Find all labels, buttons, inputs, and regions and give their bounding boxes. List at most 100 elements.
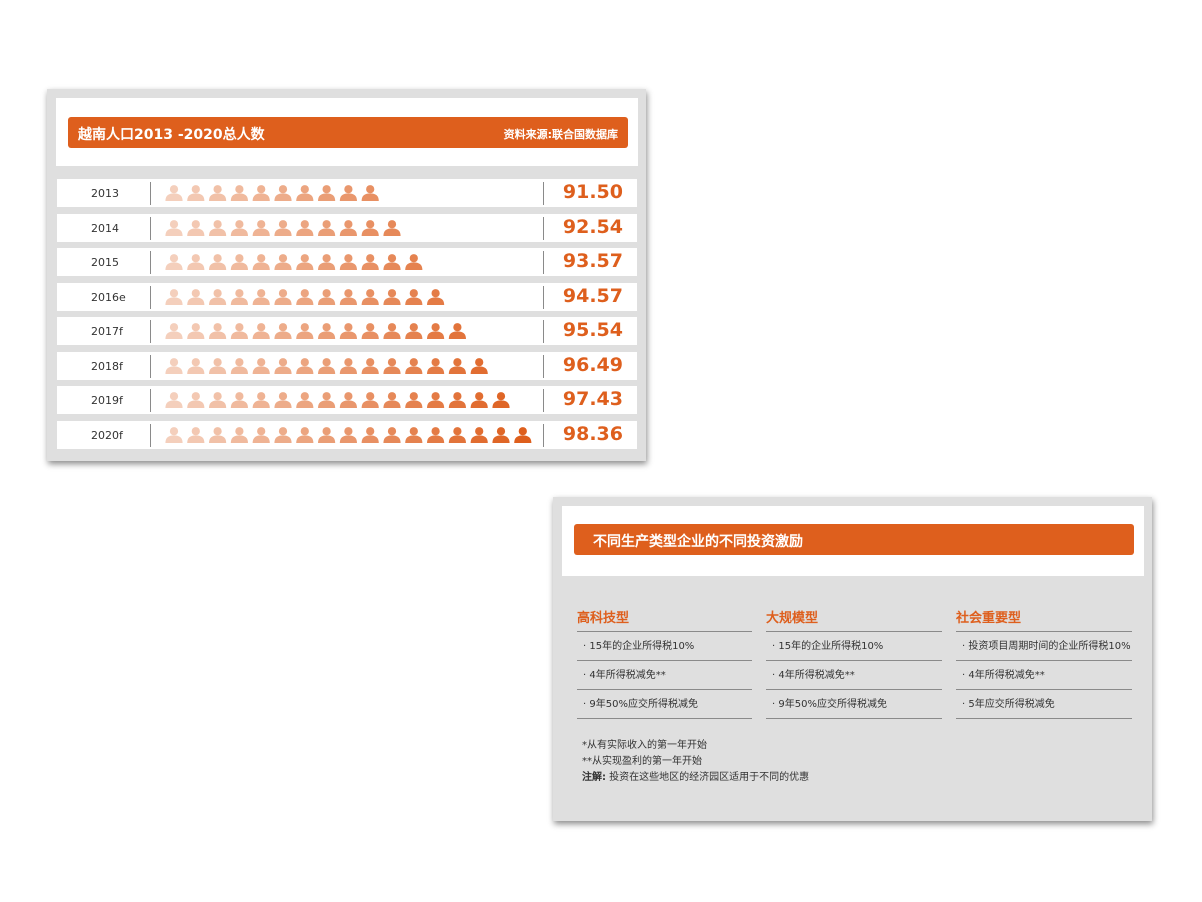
incentives-card: 不同生产类型企业的不同投资激励 高科技型 · 15年的企业所得税10% · 4年… bbox=[553, 497, 1152, 821]
person-icon bbox=[448, 323, 466, 339]
population-header: 越南人口2013 -2020总人数 资料来源:联合国数据库 bbox=[56, 98, 638, 166]
person-icon bbox=[492, 426, 510, 443]
divider bbox=[150, 423, 151, 447]
person-icon bbox=[274, 392, 292, 408]
population-row: 2020f 98.36 bbox=[57, 420, 637, 449]
incentive-list: · 15年的企业所得税10% · 4年所得税减免** · 9年50%应交所得税减… bbox=[766, 631, 942, 719]
person-icon bbox=[383, 426, 401, 443]
person-icon bbox=[405, 392, 423, 408]
incentive-list: · 15年的企业所得税10% · 4年所得税减免** · 9年50%应交所得税减… bbox=[577, 631, 752, 719]
footnote-1: *从有实际收入的第一年开始 bbox=[582, 740, 707, 751]
population-row: 2015 93.57 bbox=[57, 248, 637, 276]
population-value: 92.54 bbox=[562, 215, 623, 238]
person-icon bbox=[361, 323, 379, 339]
person-icon bbox=[252, 185, 270, 201]
person-icon bbox=[427, 323, 445, 339]
person-icon bbox=[318, 323, 336, 339]
person-icon-row bbox=[165, 185, 379, 201]
person-icon bbox=[296, 323, 314, 339]
person-icon bbox=[165, 323, 183, 339]
person-icon bbox=[448, 426, 466, 443]
person-icon bbox=[230, 254, 248, 270]
person-icon bbox=[383, 288, 401, 305]
person-icon bbox=[318, 219, 336, 236]
column-heading: 社会重要型 bbox=[956, 611, 1022, 626]
person-icon bbox=[470, 357, 488, 374]
incentives-header: 不同生产类型企业的不同投资激励 bbox=[562, 506, 1144, 576]
person-icon bbox=[165, 426, 183, 443]
divider bbox=[543, 423, 544, 447]
population-row: 2019f 97.43 bbox=[57, 386, 637, 414]
person-icon bbox=[230, 392, 248, 408]
person-icon bbox=[165, 392, 183, 408]
person-icon bbox=[339, 426, 357, 443]
divider bbox=[543, 389, 544, 412]
person-icon bbox=[361, 254, 379, 270]
person-icon bbox=[361, 392, 379, 408]
incentive-item: · 4年所得税减免** bbox=[956, 661, 1132, 690]
divider bbox=[543, 216, 544, 240]
note-label: 注解: bbox=[582, 772, 606, 783]
person-icon bbox=[405, 288, 423, 305]
person-icon bbox=[296, 426, 314, 443]
column-socially-important: 社会重要型 · 投资项目周期时间的企业所得税10% · 4年所得税减免** · … bbox=[956, 607, 1132, 719]
person-icon bbox=[274, 426, 292, 443]
person-icon bbox=[405, 323, 423, 339]
person-icon bbox=[274, 219, 292, 236]
person-icon bbox=[405, 426, 423, 443]
person-icon bbox=[427, 288, 445, 305]
incentive-item: · 4年所得税减免** bbox=[766, 661, 942, 690]
divider bbox=[150, 354, 151, 378]
person-icon bbox=[339, 392, 357, 408]
person-icon bbox=[492, 392, 510, 408]
person-icon bbox=[252, 288, 270, 305]
person-icon bbox=[318, 392, 336, 408]
person-icon bbox=[318, 254, 336, 270]
person-icon bbox=[427, 357, 445, 374]
population-value: 93.57 bbox=[562, 250, 623, 272]
divider bbox=[150, 389, 151, 412]
person-icon bbox=[361, 357, 379, 374]
incentive-item: · 9年50%应交所得税减免 bbox=[766, 690, 942, 719]
population-row: 2018f 96.49 bbox=[57, 351, 637, 380]
divider bbox=[543, 251, 544, 274]
person-icon-row bbox=[165, 392, 510, 408]
incentives-title-banner: 不同生产类型企业的不同投资激励 bbox=[574, 524, 1134, 555]
person-icon bbox=[339, 357, 357, 374]
footnote-3: 注解: 投资在这些地区的经济园区适用于不同的优惠 bbox=[582, 770, 809, 786]
person-icon bbox=[361, 288, 379, 305]
person-icon bbox=[318, 357, 336, 374]
person-icon-row bbox=[165, 357, 488, 374]
person-icon bbox=[209, 254, 227, 270]
person-icon bbox=[187, 288, 205, 305]
person-icon bbox=[339, 323, 357, 339]
incentives-title: 不同生产类型企业的不同投资激励 bbox=[593, 534, 803, 550]
person-icon bbox=[252, 426, 270, 443]
person-icon bbox=[274, 357, 292, 374]
person-icon bbox=[383, 323, 401, 339]
column-high-tech: 高科技型 · 15年的企业所得税10% · 4年所得税减免** · 9年50%应… bbox=[577, 607, 752, 719]
person-icon bbox=[339, 288, 357, 305]
person-icon bbox=[296, 254, 314, 270]
incentive-item: · 15年的企业所得税10% bbox=[577, 632, 752, 661]
person-icon bbox=[361, 426, 379, 443]
person-icon bbox=[187, 426, 205, 443]
divider bbox=[150, 182, 151, 205]
person-icon bbox=[274, 254, 292, 270]
incentive-item: · 4年所得税减免** bbox=[577, 661, 752, 690]
person-icon bbox=[187, 392, 205, 408]
footnotes: *从有实际收入的第一年开始 **从实现盈利的第一年开始 注解: 投资在这些地区的… bbox=[582, 738, 809, 786]
year-label: 2018f bbox=[91, 359, 123, 373]
divider bbox=[150, 251, 151, 274]
year-label: 2019f bbox=[91, 394, 123, 407]
note-text: 投资在这些地区的经济园区适用于不同的优惠 bbox=[606, 772, 810, 783]
person-icon bbox=[296, 219, 314, 236]
person-icon bbox=[165, 185, 183, 201]
person-icon bbox=[318, 288, 336, 305]
column-heading: 高科技型 bbox=[577, 611, 630, 626]
year-label: 2020f bbox=[91, 428, 123, 442]
person-icon bbox=[339, 219, 357, 236]
person-icon bbox=[209, 426, 227, 443]
person-icon bbox=[209, 219, 227, 236]
year-label: 2013 bbox=[91, 187, 119, 200]
